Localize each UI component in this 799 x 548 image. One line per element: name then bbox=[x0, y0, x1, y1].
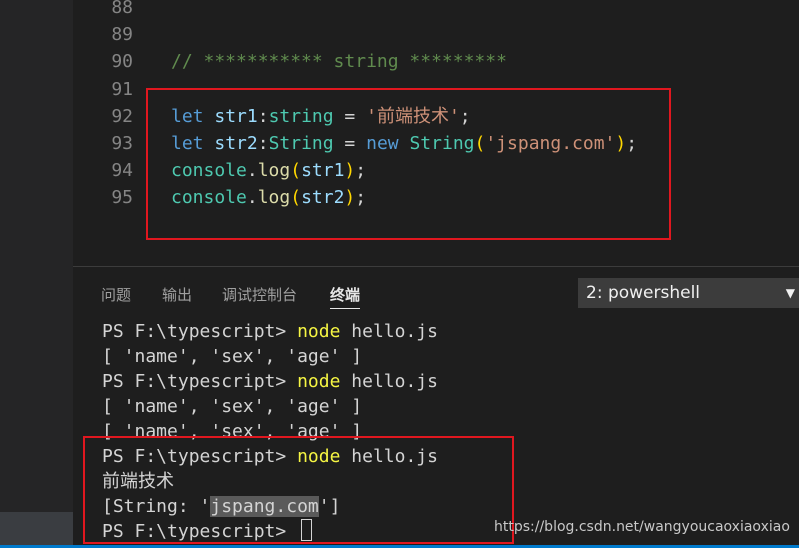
code-line[interactable]: 89 bbox=[73, 21, 799, 48]
terminal-output-text: [ 'name', 'sex', 'age' ] bbox=[102, 396, 363, 417]
line-number: 89 bbox=[111, 24, 133, 46]
line-number: 94 bbox=[111, 160, 133, 182]
tab-terminal[interactable]: 终端 bbox=[330, 285, 361, 309]
watermark: https://blog.csdn.net/wangyoucaoxiaoxiao bbox=[494, 519, 790, 535]
tab-output[interactable]: 输出 bbox=[162, 285, 192, 305]
line-number: 88 bbox=[111, 0, 133, 18]
terminal-prompt: PS F:\typescript> bbox=[102, 321, 298, 342]
activity-sidebar bbox=[0, 0, 73, 548]
terminal-line: PS F:\typescript> node hello.js bbox=[102, 369, 438, 394]
line-number: 92 bbox=[111, 105, 133, 127]
line-number: 95 bbox=[111, 187, 133, 209]
code-highlight-box bbox=[146, 88, 671, 240]
terminal-line: [ 'name', 'sex', 'age' ] bbox=[102, 394, 362, 419]
chevron-down-icon: ▼ bbox=[785, 286, 795, 300]
line-number: 93 bbox=[111, 133, 133, 154]
terminal-command: node bbox=[297, 321, 341, 342]
terminal-output-text: [ 'name', 'sex', 'age' ] bbox=[102, 346, 363, 367]
tab-debug-console[interactable]: 调试控制台 bbox=[222, 285, 297, 305]
terminal-select[interactable]: 2: powershell ▼ bbox=[578, 278, 799, 308]
terminal-args: hello.js bbox=[340, 371, 438, 392]
sidebar-bottom-block bbox=[0, 512, 73, 548]
terminal-highlight-box bbox=[83, 436, 514, 544]
terminal-args: hello.js bbox=[340, 321, 438, 342]
terminal-line: [ 'name', 'sex', 'age' ] bbox=[102, 344, 362, 369]
line-number: 91 bbox=[111, 78, 133, 100]
code-line[interactable]: 90 // *********** string ********* bbox=[73, 48, 799, 75]
terminal-line: PS F:\typescript> node hello.js bbox=[102, 319, 438, 344]
line-number: 90 bbox=[111, 51, 133, 73]
code-token: // *********** string ********* bbox=[171, 51, 507, 73]
terminal-command: node bbox=[297, 371, 341, 392]
terminal-select-value: 2: powershell bbox=[586, 283, 701, 303]
code-line[interactable]: 88 bbox=[73, 0, 799, 21]
line-code: // *********** string ********* bbox=[171, 48, 507, 75]
tab-problems[interactable]: 问题 bbox=[101, 285, 131, 305]
terminal-prompt: PS F:\typescript> bbox=[102, 371, 298, 392]
